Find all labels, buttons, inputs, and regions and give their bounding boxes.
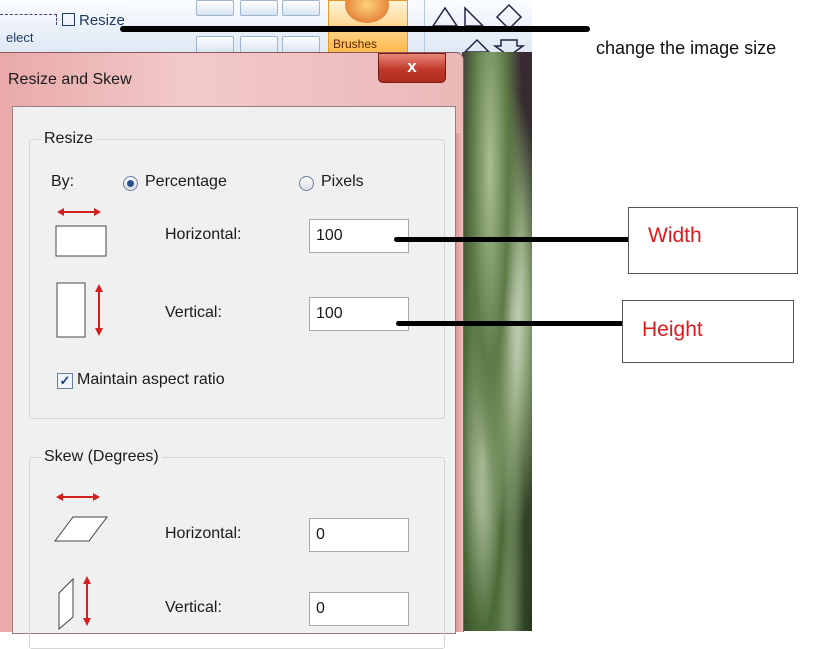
resize-icon [62, 13, 75, 26]
dialog-title: Resize and Skew [8, 71, 132, 88]
resize-vertical-input[interactable]: 100 [309, 297, 409, 331]
maintain-aspect-checkbox[interactable]: ✓ [57, 373, 73, 389]
skew-vertical-label: Vertical: [165, 599, 222, 616]
pixels-label[interactable]: Pixels [321, 173, 364, 191]
brushes-icon [345, 0, 389, 23]
skew-vertical-icon [58, 576, 91, 631]
resize-horizontal-icon [55, 208, 107, 257]
skew-vertical-input[interactable]: 0 [309, 592, 409, 626]
resize-vertical-icon [56, 282, 103, 338]
color-picker-tool-button[interactable] [240, 36, 278, 52]
resize-horizontal-input[interactable]: 100 [309, 219, 409, 253]
maintain-aspect-label[interactable]: Maintain aspect ratio [77, 371, 225, 389]
skew-horizontal-icon [54, 493, 108, 542]
resize-vertical-label: Vertical: [165, 304, 222, 321]
select-label: elect [6, 30, 34, 45]
skew-group-label: Skew (Degrees) [41, 448, 162, 466]
magnifier-tool-button[interactable] [282, 36, 320, 52]
resize-button-label: Resize [79, 12, 125, 29]
close-button[interactable]: x [378, 53, 446, 83]
resize-button[interactable]: Resize [62, 12, 125, 29]
fill-tool-button[interactable] [240, 0, 278, 16]
brushes-label: Brushes [333, 37, 378, 51]
text-tool-button[interactable] [282, 0, 320, 16]
skew-horizontal-input[interactable]: 0 [309, 518, 409, 552]
dialog-client-area: Resize By: Percentage Pixels Horizontal:… [12, 106, 456, 649]
canvas-photo [462, 52, 532, 631]
annotation-change-image-size: change the image size [596, 38, 777, 58]
annotation-line-width [394, 237, 630, 242]
select-marquee-icon[interactable] [0, 14, 57, 25]
percentage-label[interactable]: Percentage [145, 173, 227, 191]
pencil-tool-button[interactable] [196, 0, 234, 16]
resize-horizontal-label: Horizontal: [165, 226, 242, 243]
skew-horizontal-label: Horizontal: [165, 525, 242, 542]
resize-group-label: Resize [41, 130, 96, 148]
annotation-line-height [396, 321, 624, 326]
pixels-radio[interactable] [299, 176, 314, 191]
annotation-height-label: Height [642, 318, 703, 341]
resize-skew-dialog: Resize and Skew x Resize By: Percentage … [0, 52, 464, 649]
annotation-line-resize [120, 26, 590, 32]
annotation-width-label: Width [648, 224, 702, 247]
by-label: By: [51, 173, 75, 190]
percentage-radio[interactable] [123, 176, 138, 191]
eraser-tool-button[interactable] [196, 36, 234, 52]
